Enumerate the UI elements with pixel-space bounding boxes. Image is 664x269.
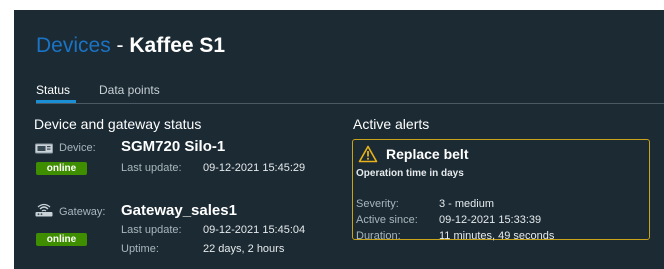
alert-subtitle: Operation time in days	[356, 168, 464, 179]
gateway-last-update-label: Last update:	[121, 224, 182, 236]
gateway-uptime-value: 22 days, 2 hours	[203, 243, 285, 255]
active-alerts-heading: Active alerts	[353, 116, 430, 132]
tab-status[interactable]: Status	[36, 83, 70, 97]
breadcrumb-devices-link[interactable]: Devices	[36, 34, 111, 57]
tab-data-points[interactable]: Data points	[99, 83, 160, 97]
device-icon	[35, 142, 53, 160]
alert-active-since-value: 09-12-2021 15:33:39	[439, 214, 542, 226]
gateway-label: Gateway:	[59, 206, 106, 218]
title-separator: -	[110, 34, 130, 57]
device-last-update-value: 09-12-2021 15:45:29	[203, 162, 306, 174]
alert-severity-label: Severity:	[356, 198, 399, 210]
alert-active-since-label: Active since:	[356, 214, 418, 226]
gateway-last-update-value: 09-12-2021 15:45:04	[203, 224, 306, 236]
page-title: Devices - Kaffee S1	[36, 34, 225, 58]
alert-severity-value: 3 - medium	[439, 198, 495, 210]
alert-duration-label: Duration:	[356, 230, 401, 242]
gateway-uptime-label: Uptime:	[121, 243, 159, 255]
device-status-heading: Device and gateway status	[34, 116, 202, 132]
router-icon	[35, 203, 53, 222]
device-name[interactable]: SGM720 Silo-1	[121, 138, 225, 155]
device-detail-panel: Devices - Kaffee S1 Status Data points D…	[14, 10, 664, 269]
alert-title: Replace belt	[386, 146, 469, 162]
active-tab-indicator	[36, 100, 76, 103]
warning-icon	[358, 145, 378, 168]
gateway-name[interactable]: Gateway_sales1	[121, 202, 237, 219]
tab-bar: Status Data points	[36, 83, 664, 104]
device-title: Kaffee S1	[129, 34, 226, 57]
gateway-status-badge: online	[36, 233, 87, 246]
device-status-badge: online	[36, 162, 87, 175]
alert-card[interactable]: Replace belt Operation time in days Seve…	[352, 139, 650, 242]
alert-duration-value: 11 minutes, 49 seconds	[439, 230, 555, 242]
device-last-update-label: Last update:	[121, 162, 182, 174]
device-label: Device:	[59, 142, 96, 154]
